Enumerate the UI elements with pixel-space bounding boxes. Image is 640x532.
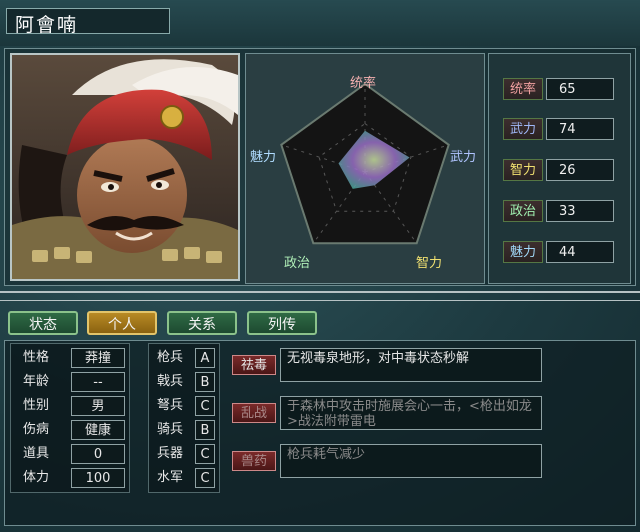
info-row: 性别 男 [11,396,129,416]
aptitude-grade: B [195,372,215,392]
radar-label-zhengzhi: 政治 [284,256,311,271]
radar-label-wuli: 武力 [450,150,477,165]
divider [0,300,640,301]
info-value: 男 [71,396,125,416]
skill-name[interactable]: 兽药 [232,451,276,471]
info-value: 100 [71,468,125,488]
officer-portrait [10,53,240,281]
skill-description: 于森林中攻击时施展会心一击，<枪出如龙>战法附带雷电 [280,396,542,430]
info-value: 健康 [71,420,125,440]
tab-biography[interactable]: 列传 [247,311,317,335]
stat-value: 33 [546,200,614,222]
personal-info-list: 性格 莽撞 年龄 -- 性别 男 伤病 健康 道具 0 体力 100 [10,343,130,493]
info-key: 性别 [23,398,50,413]
radar-label-zhili: 智力 [416,256,443,271]
divider [0,291,640,293]
info-value: 0 [71,444,125,464]
radar-label-meili: 魅力 [250,150,277,165]
skill-description: 枪兵耗气减少 [280,444,542,478]
stat-label: 武力 [503,118,543,140]
aptitude-grade: A [195,348,215,368]
info-row: 年龄 -- [11,372,129,392]
tab-personal[interactable]: 个人 [87,311,157,335]
aptitude-grade: C [195,468,215,488]
aptitude-row: 弩兵 C [149,396,219,416]
info-value: -- [71,372,125,392]
stat-label: 魅力 [503,241,543,263]
officer-name: 阿會喃 [15,14,79,36]
info-row: 道具 0 [11,444,129,464]
info-row: 体力 100 [11,468,129,488]
stat-row-tongshuai: 统率 65 [503,78,623,100]
info-row: 性格 莽撞 [11,348,129,368]
stat-row-meili: 魅力 44 [503,241,623,263]
skill-row[interactable]: 兽药 枪兵耗气减少 [232,444,542,478]
stat-label: 智力 [503,159,543,181]
aptitude-grade: C [195,396,215,416]
stat-value: 74 [546,118,614,140]
skill-name[interactable]: 祛毒 [232,355,276,375]
aptitude-row: 水军 C [149,468,219,488]
info-key: 道具 [23,446,50,461]
aptitude-row: 戟兵 B [149,372,219,392]
attribute-stats-panel: 统率 65 武力 74 智力 26 政治 33 魅力 44 [488,53,631,284]
aptitude-row: 骑兵 B [149,420,219,440]
tab-relations[interactable]: 关系 [167,311,237,335]
stat-label: 统率 [503,78,543,100]
stat-row-wuli: 武力 74 [503,118,623,140]
aptitude-grade: C [195,444,215,464]
skill-row[interactable]: 祛毒 无视毒泉地形，对中毒状态秒解 [232,348,542,382]
stat-value: 44 [546,241,614,263]
info-key: 伤病 [23,422,50,437]
aptitude-grade: B [195,420,215,440]
info-key: 年龄 [23,374,50,389]
info-key: 体力 [23,470,50,485]
name-plate: 阿會喃 [6,8,170,36]
info-value: 莽撞 [71,348,125,368]
aptitude-row: 兵器 C [149,444,219,464]
skill-description: 无视毒泉地形，对中毒状态秒解 [280,348,542,382]
stat-row-zhili: 智力 26 [503,159,623,181]
troop-aptitude-list: 枪兵 A 戟兵 B 弩兵 C 骑兵 B 兵器 C 水军 C [148,343,220,493]
info-row: 伤病 健康 [11,420,129,440]
aptitude-row: 枪兵 A [149,348,219,368]
stat-value: 26 [546,159,614,181]
tab-status[interactable]: 状态 [8,311,78,335]
skill-row[interactable]: 乱战 于森林中攻击时施展会心一击，<枪出如龙>战法附带雷电 [232,396,542,430]
attribute-radar-panel: 统率 武力 智力 政治 魅力 [245,53,485,284]
stat-label: 政治 [503,200,543,222]
info-key: 性格 [23,350,50,365]
skill-name[interactable]: 乱战 [232,403,276,423]
stat-row-zhengzhi: 政治 33 [503,200,623,222]
stat-value: 65 [546,78,614,100]
portrait-illustration [12,55,238,279]
radar-label-tongshuai: 统率 [350,76,377,91]
